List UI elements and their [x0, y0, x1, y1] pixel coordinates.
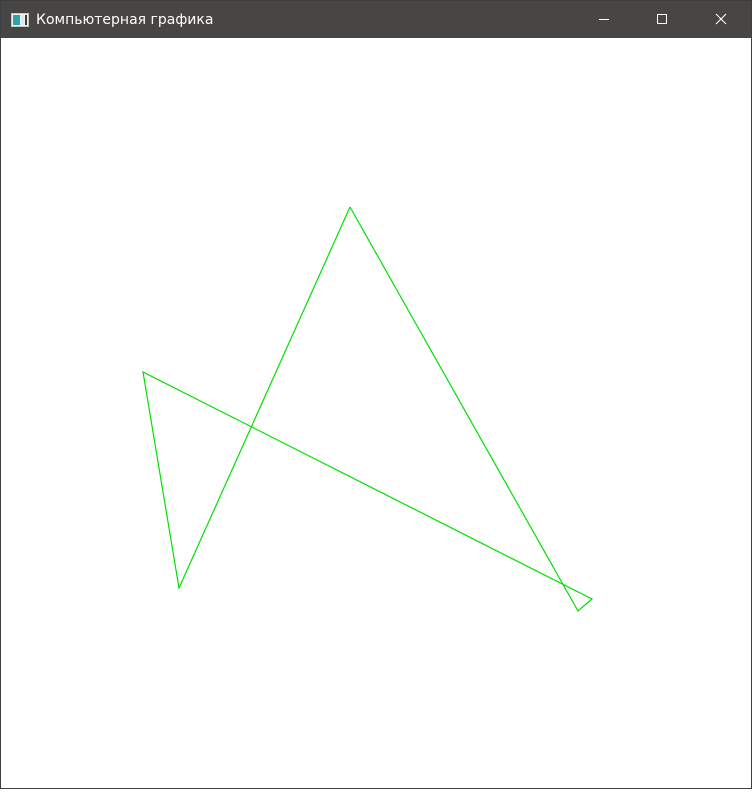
window-title: Компьютерная графика: [36, 12, 214, 28]
close-icon: [715, 10, 727, 29]
app-window: Компьютерная графика: [0, 0, 752, 789]
green-polyline: [142, 206, 594, 612]
minimize-icon: [598, 10, 610, 29]
title-bar[interactable]: Компьютерная графика: [1, 1, 751, 38]
app-window-icon: [11, 12, 29, 27]
maximize-button[interactable]: [633, 1, 691, 38]
maximize-icon: [656, 10, 668, 29]
close-button[interactable]: [691, 1, 751, 38]
canvas-svg: [142, 206, 594, 612]
drawing-canvas[interactable]: [1, 38, 751, 788]
minimize-button[interactable]: [575, 1, 633, 38]
